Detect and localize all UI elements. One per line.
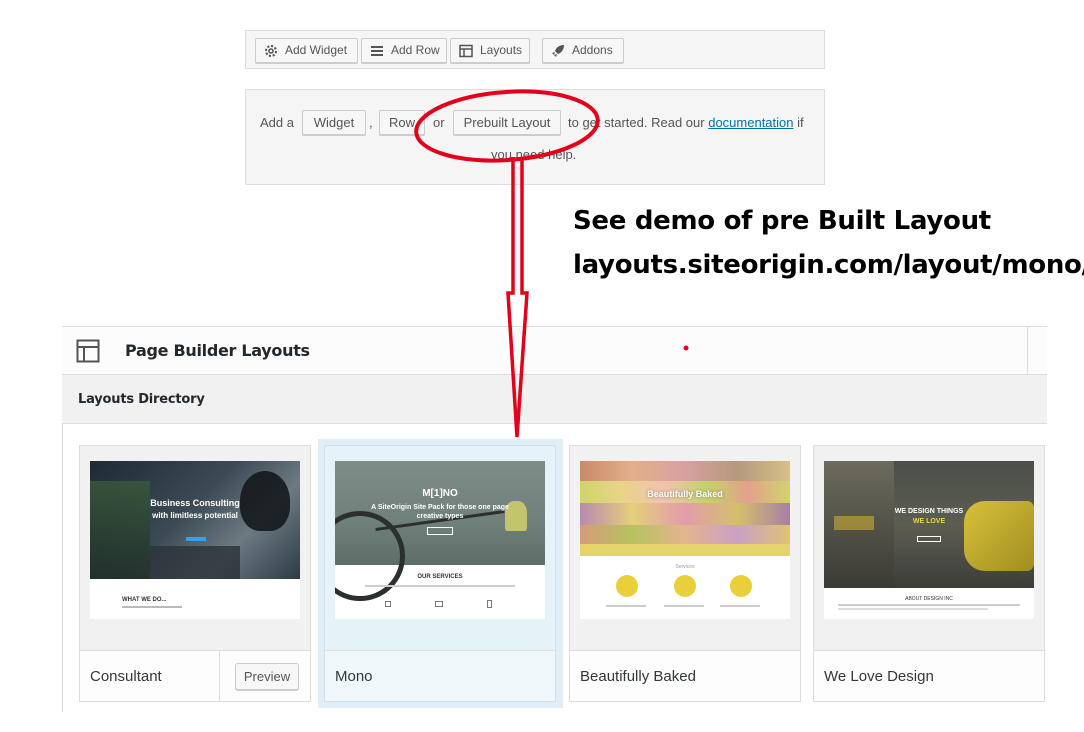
- layout-thumbnail: Beautifully Baked Services: [580, 461, 790, 619]
- addons-button[interactable]: Addons: [542, 38, 624, 63]
- card-name: Mono: [335, 668, 373, 685]
- design-thumb-sub: WE LOVE: [912, 518, 946, 525]
- card-footer: We Love Design: [814, 650, 1044, 701]
- modal-left-border: [62, 424, 63, 712]
- documentation-link[interactable]: documentation: [708, 115, 793, 130]
- design-thumb-heading: WE DESIGN THINGS: [894, 508, 964, 515]
- get-started-label: to get started. Read our: [568, 115, 705, 130]
- layout-card-beautifully-baked[interactable]: Beautifully Baked Services Beautifully B…: [569, 445, 801, 702]
- directory-title: Layouts Directory: [78, 392, 205, 407]
- layouts-modal-header: Page Builder Layouts: [62, 326, 1047, 375]
- layouts-label: Layouts: [480, 43, 523, 57]
- card-footer: Beautifully Baked: [570, 650, 800, 701]
- layout-thumbnail: WE DESIGN THINGS WE LOVE ABOUT DESIGN IN…: [824, 461, 1034, 619]
- widget-button[interactable]: Widget: [302, 110, 366, 135]
- layouts-directory-bar: Layouts Directory: [62, 375, 1047, 424]
- design-thumb-section: ABOUT DESIGN INC: [905, 596, 953, 602]
- baked-thumb-heading: Beautifully Baked: [647, 489, 723, 499]
- header-divider: [1027, 327, 1028, 375]
- preview-button[interactable]: Preview: [235, 663, 299, 690]
- mono-thumb-heading: M[1]NO: [422, 488, 458, 499]
- modal-title: Page Builder Layouts: [125, 341, 310, 360]
- need-help-text: you need help.: [491, 147, 577, 162]
- add-row-button[interactable]: Add Row: [361, 38, 447, 63]
- empty-builder-panel: Add a Widget , Row or Prebuilt Layout to…: [245, 89, 825, 185]
- layout-thumbnail: M[1]NO A SiteOrigin Site Pack for those …: [335, 461, 545, 619]
- if-text: if: [797, 115, 804, 130]
- consultant-thumb-sub: with limitless potential: [152, 511, 238, 520]
- layouts-button[interactable]: Layouts: [450, 38, 530, 63]
- card-footer: Consultant Preview: [80, 650, 310, 701]
- layout-icon: [459, 44, 473, 58]
- layout-card-mono[interactable]: M[1]NO A SiteOrigin Site Pack for those …: [324, 445, 556, 702]
- add-widget-button[interactable]: Add Widget: [255, 38, 358, 63]
- add-row-label: Add Row: [391, 43, 440, 57]
- card-footer: Mono: [325, 650, 555, 701]
- consultant-thumb-heading: Business Consulting: [150, 498, 240, 508]
- comma-text: ,: [369, 115, 373, 130]
- layout-card-consultant[interactable]: Business Consulting with limitless poten…: [79, 445, 311, 702]
- prebuilt-layout-button[interactable]: Prebuilt Layout: [453, 110, 561, 135]
- layout-icon: [76, 339, 100, 363]
- card-name: Beautifully Baked: [580, 668, 696, 685]
- mono-thumb-sub: A SiteOrigin Site Pack for those one pag…: [371, 504, 509, 520]
- get-started-text: to get started. Read our documentation i…: [568, 115, 804, 131]
- baked-thumb-section: Services: [675, 564, 695, 570]
- or-text: or: [433, 115, 445, 130]
- row-button[interactable]: Row: [379, 110, 425, 135]
- card-name: We Love Design: [824, 668, 934, 685]
- add-a-text: Add a: [260, 115, 294, 130]
- annotation-line-1: See demo of pre Built Layout: [573, 206, 991, 236]
- page-builder-toolbar: Add Widget Add Row Layouts Addons: [245, 30, 825, 69]
- rows-icon: [370, 44, 384, 58]
- gear-icon: [264, 44, 278, 58]
- annotation-line-2: layouts.siteorigin.com/layout/mono/: [573, 250, 1084, 280]
- layout-card-we-love-design[interactable]: WE DESIGN THINGS WE LOVE ABOUT DESIGN IN…: [813, 445, 1045, 702]
- layout-thumbnail: Business Consulting with limitless poten…: [90, 461, 300, 619]
- addons-label: Addons: [572, 43, 613, 57]
- footer-divider: [219, 651, 220, 701]
- add-widget-label: Add Widget: [285, 43, 348, 57]
- card-name: Consultant: [90, 668, 162, 685]
- consultant-thumb-section: WHAT WE DO...: [122, 597, 167, 603]
- mono-thumb-section: OUR SERVICES: [417, 574, 463, 580]
- rocket-icon: [551, 44, 565, 58]
